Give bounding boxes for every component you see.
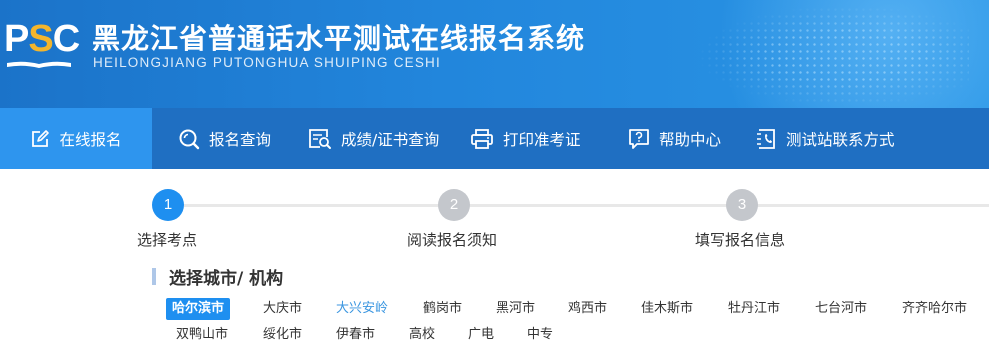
nav-item-score-certificate-query[interactable]: 成绩/证书查询 (308, 108, 439, 169)
city-shuangyashan[interactable]: 双鸭山市 (176, 324, 228, 346)
psc-logo: PSC (4, 18, 80, 70)
registration-steps: 1 选择考点 2 阅读报名须知 3 填写报名信息 (0, 169, 989, 249)
world-map-dots-decoration (699, 6, 969, 106)
city-hegang[interactable]: 鹤岗市 (423, 298, 462, 320)
city-mudanjiang[interactable]: 牡丹江市 (728, 298, 780, 320)
nav-item-print-admission-ticket[interactable]: 打印准考证 (470, 108, 581, 169)
city-colleges[interactable]: 高校 (409, 324, 435, 346)
logo-letter-p: P (4, 18, 29, 60)
city-qiqihar[interactable]: 齐齐哈尔市 (902, 298, 967, 320)
city-daxinganling[interactable]: 大兴安岭 (336, 298, 388, 320)
help-chat-icon (629, 128, 649, 149)
section-title-accent (152, 268, 156, 285)
step-1-label: 选择考点 (137, 231, 198, 249)
city-suihua[interactable]: 绥化市 (263, 324, 302, 346)
step-3-circle: 3 (726, 189, 758, 221)
city-yichun[interactable]: 伊春市 (336, 324, 375, 346)
nav-item-label: 打印准考证 (503, 130, 581, 149)
city-broadcasting[interactable]: 广电 (468, 324, 494, 346)
nav-item-label: 成绩/证书查询 (341, 130, 440, 149)
phone-book-icon (757, 128, 775, 149)
nav-item-label: 在线报名 (59, 130, 122, 149)
city-qitaihe[interactable]: 七台河市 (815, 298, 867, 320)
city-jixi[interactable]: 鸡西市 (568, 298, 607, 320)
nav-item-help-center[interactable]: 帮助中心 (628, 108, 721, 169)
city-heihe[interactable]: 黑河市 (496, 298, 535, 320)
city-vocational-schools[interactable]: 中专 (527, 324, 553, 346)
section-title: 选择城市/ 机构 (169, 269, 284, 289)
site-subtitle: HEILONGJIANG PUTONGHUA SHUIPING CESHI (93, 55, 441, 70)
nav-item-label: 报名查询 (209, 130, 272, 149)
main-nav: 在线报名 报名查询 成绩/证书查询 打印准考证 帮助中心 测试站联系方式 (0, 108, 989, 169)
nav-item-online-registration[interactable]: 在线报名 (0, 108, 152, 169)
logo-letter-s: S (28, 18, 53, 60)
logo-letter-c: C (52, 18, 80, 60)
nav-item-label: 测试站联系方式 (786, 130, 895, 149)
header-banner: PSC 黑龙江省普通话水平测试在线报名系统 HEILONGJIANG PUTON… (0, 0, 989, 108)
site-title: 黑龙江省普通话水平测试在线报名系统 (92, 22, 586, 55)
step-connector-line (184, 204, 989, 207)
city-daqing[interactable]: 大庆市 (263, 298, 302, 320)
printer-icon (471, 128, 493, 149)
step-2-label: 阅读报名须知 (407, 231, 498, 249)
step-2-circle: 2 (438, 189, 470, 221)
nav-item-test-station-contacts[interactable]: 测试站联系方式 (755, 108, 895, 169)
nav-item-label: 帮助中心 (659, 130, 722, 149)
step-1-circle: 1 (152, 189, 184, 221)
certificate-search-icon (309, 128, 331, 149)
edit-icon (32, 129, 50, 147)
city-harbin[interactable]: 哈尔滨市 (166, 298, 231, 320)
search-icon (179, 129, 200, 149)
step-3-label: 填写报名信息 (695, 231, 786, 249)
city-jiamusi[interactable]: 佳木斯市 (641, 298, 693, 320)
open-book-icon (7, 61, 71, 68)
nav-item-registration-query[interactable]: 报名查询 (178, 108, 271, 169)
